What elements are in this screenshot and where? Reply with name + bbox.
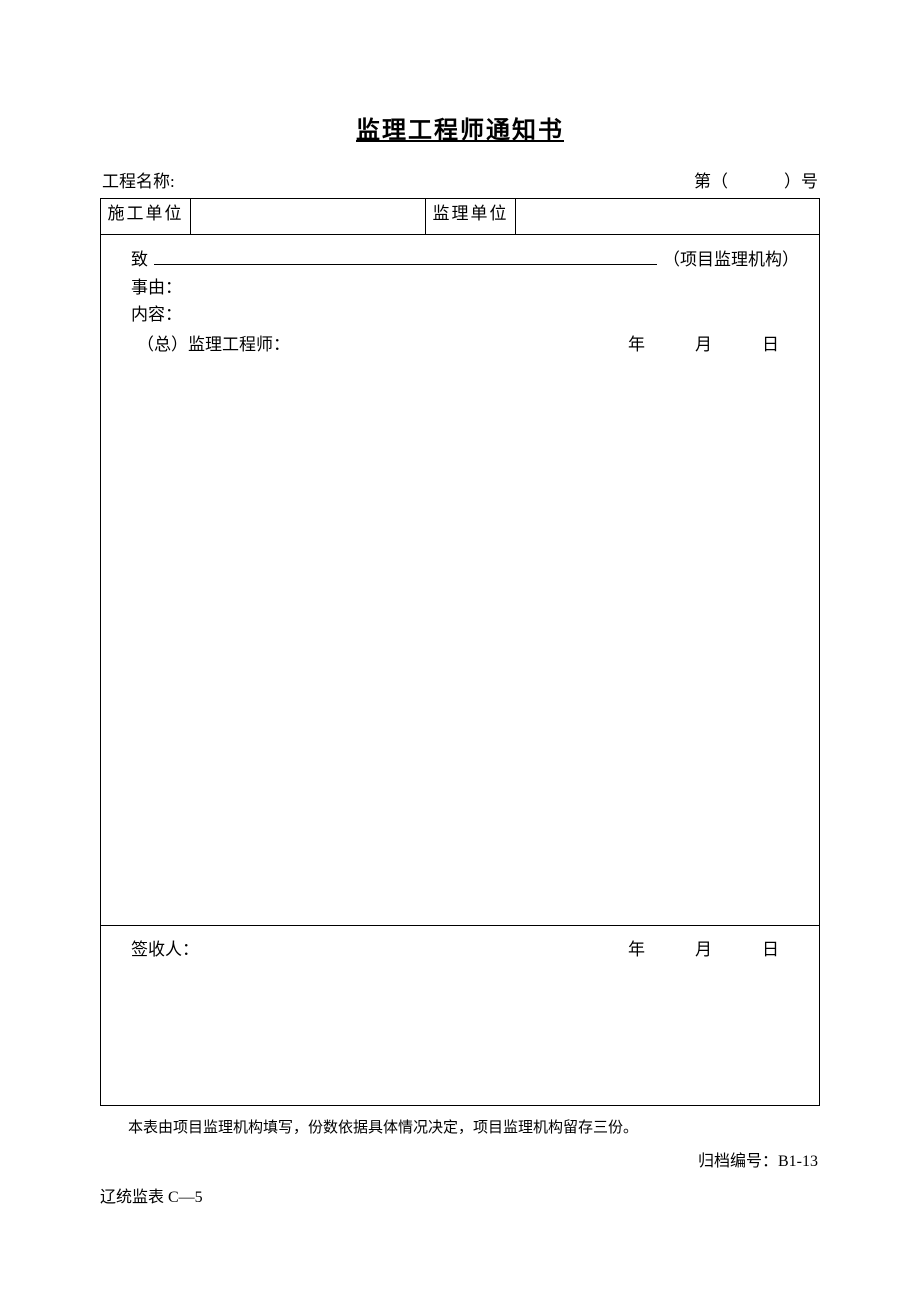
sign-day-label: 日 bbox=[762, 936, 779, 963]
reason-line: 事由： bbox=[131, 274, 799, 301]
content-row: 致 （项目监理机构） 事由： 内容： （总）监理工程师： 年 bbox=[101, 235, 820, 926]
archive-label: 归档编号： bbox=[698, 1153, 778, 1170]
form-table: 施工单位 监理单位 致 （项目监理机构） 事由： 内容： bbox=[100, 198, 820, 1106]
page: 监理工程师通知书 工程名称: 第（ ）号 施工单位 监理单位 致 （项目监理机构… bbox=[0, 0, 920, 1302]
construction-unit-label: 施工单位 bbox=[101, 199, 191, 235]
supervision-unit-label: 监理单位 bbox=[426, 199, 516, 235]
units-row: 施工单位 监理单位 bbox=[101, 199, 820, 235]
to-label: 致 bbox=[131, 245, 148, 270]
engineer-label: （总）监理工程师： bbox=[137, 330, 290, 355]
header-line: 工程名称: 第（ ）号 bbox=[100, 167, 820, 192]
reason-label: 事由： bbox=[131, 274, 182, 301]
footer-note: 本表由项目监理机构填写，份数依据具体情况决定，项目监理机构留存三份。 bbox=[100, 1116, 820, 1137]
form-number-group: 第（ ）号 bbox=[694, 167, 818, 192]
signer-line: 签收人： 年 月 日 bbox=[131, 936, 799, 963]
body-year-label: 年 bbox=[628, 330, 645, 355]
to-underline bbox=[154, 248, 657, 265]
sign-year-label: 年 bbox=[628, 936, 645, 963]
project-name-group: 工程名称: bbox=[102, 167, 175, 192]
content-label: 内容： bbox=[131, 301, 182, 328]
supervision-unit-value bbox=[516, 199, 820, 235]
construction-unit-value bbox=[191, 199, 426, 235]
sign-date-group: 年 月 日 bbox=[628, 936, 799, 963]
body-spacer bbox=[131, 355, 799, 915]
to-suffix: （项目监理机构） bbox=[663, 245, 799, 270]
engineer-line: （总）监理工程师： 年 月 日 bbox=[131, 330, 799, 355]
content-cell: 致 （项目监理机构） 事由： 内容： （总）监理工程师： 年 bbox=[101, 235, 820, 926]
archive-value: B1-13 bbox=[778, 1153, 818, 1170]
project-name-label: 工程名称: bbox=[102, 172, 175, 191]
sign-month-label: 月 bbox=[695, 936, 712, 963]
to-line: 致 （项目监理机构） bbox=[131, 245, 799, 270]
form-code: 辽统监表 C—5 bbox=[100, 1183, 820, 1207]
body-month-label: 月 bbox=[695, 330, 712, 355]
number-suffix: ）号 bbox=[784, 167, 818, 192]
form-title: 监理工程师通知书 bbox=[100, 110, 820, 145]
archive-number: 归档编号：B1-13 bbox=[100, 1147, 820, 1171]
sign-cell: 签收人： 年 月 日 bbox=[101, 926, 820, 1106]
sign-row: 签收人： 年 月 日 bbox=[101, 926, 820, 1106]
signer-label: 签收人： bbox=[131, 936, 199, 963]
body-day-label: 日 bbox=[762, 330, 779, 355]
content-line: 内容： bbox=[131, 301, 799, 328]
body-date-group: 年 月 日 bbox=[628, 330, 799, 355]
number-prefix: 第（ bbox=[694, 167, 728, 192]
